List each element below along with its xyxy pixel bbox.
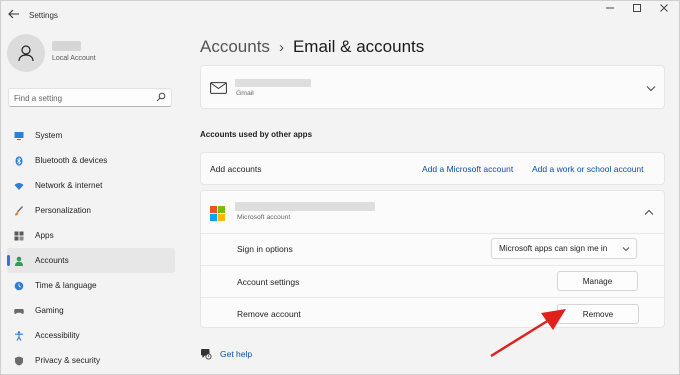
breadcrumb: Accounts › Email & accounts (200, 37, 424, 57)
accessibility-icon (15, 330, 23, 341)
get-help-label: Get help (220, 349, 253, 359)
sidebar-item-network[interactable]: Network & internet (7, 173, 175, 198)
bluetooth-icon (15, 155, 23, 166)
brush-icon (15, 205, 24, 215)
add-accounts-label: Add accounts (210, 164, 262, 174)
add-accounts-card: Add accounts Add a Microsoft account Add… (200, 152, 665, 185)
breadcrumb-parent[interactable]: Accounts (200, 37, 270, 56)
sidebar-item-gaming[interactable]: Gaming (7, 298, 175, 323)
sidebar-item-label: Time & language (35, 281, 97, 290)
chevron-down-icon[interactable] (646, 85, 656, 92)
user-name-redacted (52, 41, 81, 51)
sidebar-item-label: Apps (35, 231, 54, 240)
page-title: Email & accounts (292, 37, 425, 56)
user-account-type: Local Account (52, 55, 96, 62)
globe-clock-icon (14, 281, 24, 290)
chevron-down-icon (622, 247, 630, 252)
account-email-redacted (235, 79, 311, 87)
sidebar-item-label: Bluetooth & devices (35, 156, 108, 165)
sidebar-item-label: Gaming (35, 306, 64, 315)
apps-icon (14, 231, 24, 240)
manage-button[interactable]: Manage (557, 271, 638, 291)
search-icon[interactable] (156, 92, 166, 102)
person-icon (18, 45, 34, 62)
app-title: Settings (29, 11, 58, 20)
shield-icon (15, 356, 23, 365)
search-box[interactable] (8, 88, 172, 107)
sidebar-item-label: Accounts (35, 256, 69, 265)
sidebar-item-time-language[interactable]: Time & language (7, 273, 175, 298)
account-provider: Gmail (236, 90, 254, 97)
sidebar-item-privacy-security[interactable]: Privacy & security (7, 348, 175, 373)
annotation-arrow-icon (490, 309, 566, 358)
add-microsoft-account-link[interactable]: Add a Microsoft account (422, 164, 513, 174)
help-chat-icon (201, 349, 212, 360)
title-bar: Settings (1, 1, 679, 29)
sign-in-options-label: Sign in options (237, 244, 293, 254)
account-provider: Microsoft account (237, 214, 291, 221)
maximize-icon[interactable] (624, 3, 650, 17)
chevron-up-icon[interactable] (644, 209, 654, 216)
microsoft-account-card: Microsoft account Sign in options Micros… (200, 190, 665, 328)
remove-button[interactable]: Remove (557, 304, 639, 324)
wifi-icon (14, 182, 24, 190)
section-title: Accounts used by other apps (200, 130, 313, 139)
sidebar-item-label: System (35, 131, 63, 140)
person-icon (15, 256, 23, 266)
divider (201, 233, 664, 234)
divider (201, 297, 664, 298)
sidebar-item-accessibility[interactable]: Accessibility (7, 323, 175, 348)
remove-account-label: Remove account (237, 309, 301, 319)
breadcrumb-separator: › (278, 39, 284, 56)
settings-window: Settings Local Account System Bluetooth … (0, 0, 680, 375)
minimize-icon[interactable] (597, 3, 623, 17)
sign-in-options-dropdown[interactable]: Microsoft apps can sign me in (491, 238, 637, 259)
sidebar-item-system[interactable]: System (7, 123, 175, 148)
account-settings-label: Account settings (237, 277, 300, 287)
gamepad-icon (14, 308, 24, 314)
close-icon[interactable] (651, 3, 677, 17)
dropdown-value: Microsoft apps can sign me in (499, 244, 608, 253)
gmail-account-card[interactable]: Gmail (200, 65, 665, 109)
sidebar-item-personalization[interactable]: Personalization (7, 198, 175, 223)
divider (201, 265, 664, 266)
avatar[interactable] (7, 34, 45, 72)
mail-icon (210, 82, 227, 94)
back-arrow-icon[interactable] (7, 9, 21, 21)
sidebar-item-accounts[interactable]: Accounts (7, 248, 175, 273)
sidebar-item-bluetooth[interactable]: Bluetooth & devices (7, 148, 175, 173)
sidebar-item-label: Accessibility (35, 331, 80, 340)
sidebar-item-label: Network & internet (35, 181, 103, 190)
microsoft-logo-icon (210, 206, 225, 221)
system-monitor-icon (14, 131, 24, 140)
get-help-link[interactable]: Get help (200, 348, 252, 360)
sidebar-item-label: Privacy & security (35, 356, 101, 365)
sidebar-item-label: Personalization (35, 206, 91, 215)
sidebar-nav: System Bluetooth & devices Network & int… (7, 123, 175, 373)
sidebar-item-apps[interactable]: Apps (7, 223, 175, 248)
search-input[interactable] (14, 92, 154, 104)
account-email-redacted (235, 202, 375, 211)
add-work-school-account-link[interactable]: Add a work or school account (532, 164, 644, 174)
